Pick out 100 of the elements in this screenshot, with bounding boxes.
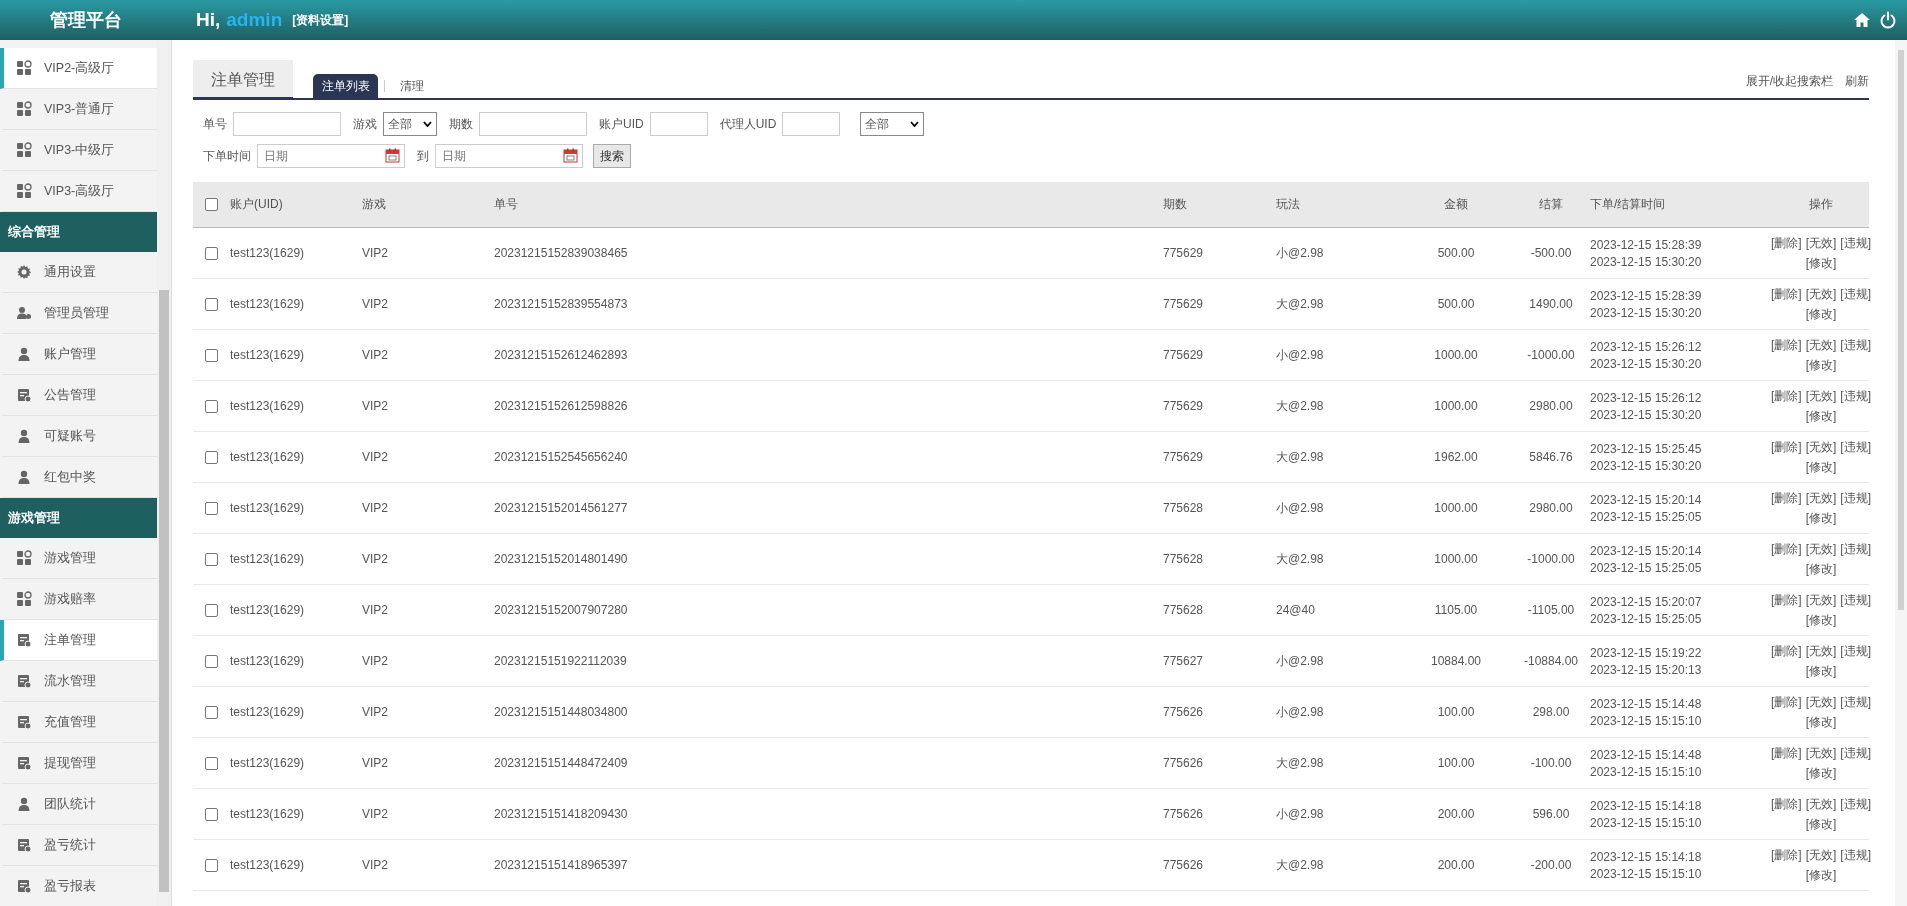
- table-cell-text: 596.00: [1531, 807, 1571, 821]
- action-link[interactable]: [删除]: [1771, 489, 1802, 507]
- table-cell-text: 20231215152612462893: [494, 348, 629, 362]
- action-link[interactable]: [修改]: [1805, 254, 1837, 272]
- action-link[interactable]: [无效]: [1805, 285, 1837, 303]
- action-link[interactable]: [违规]: [1840, 387, 1871, 405]
- date-field[interactable]: 日期: [257, 144, 405, 168]
- toolbar-link[interactable]: 刷新: [1845, 73, 1869, 90]
- action-link[interactable]: [违规]: [1840, 846, 1871, 864]
- action-link[interactable]: [修改]: [1805, 458, 1837, 476]
- scrollbar-thumb[interactable]: [1898, 50, 1904, 610]
- action-link[interactable]: [无效]: [1805, 744, 1837, 762]
- table-cell-text: VIP2: [362, 246, 389, 260]
- checkbox[interactable]: [205, 198, 218, 211]
- checkbox[interactable]: [205, 501, 218, 515]
- checkbox[interactable]: [205, 348, 218, 362]
- action-link[interactable]: [无效]: [1805, 438, 1837, 456]
- action-link[interactable]: [删除]: [1771, 234, 1802, 252]
- action-link[interactable]: [无效]: [1805, 693, 1837, 711]
- action-link[interactable]: [无效]: [1805, 234, 1837, 252]
- checkbox[interactable]: [205, 399, 218, 413]
- action-link[interactable]: [无效]: [1805, 540, 1837, 558]
- action-link[interactable]: [修改]: [1805, 866, 1837, 884]
- table-cell-text: 20231215152014801490: [494, 552, 629, 566]
- action-link[interactable]: [删除]: [1771, 744, 1802, 762]
- table-cell-text: test123(1629): [230, 552, 306, 566]
- action-link[interactable]: [修改]: [1805, 407, 1837, 425]
- action-link[interactable]: [修改]: [1805, 764, 1837, 782]
- action-link[interactable]: [修改]: [1805, 662, 1837, 680]
- action-link[interactable]: [删除]: [1771, 438, 1802, 456]
- toolbar-link[interactable]: 展开/收起搜索栏: [1745, 73, 1833, 90]
- action-link[interactable]: [违规]: [1840, 744, 1871, 762]
- checkbox[interactable]: [205, 756, 218, 770]
- checkbox[interactable]: [205, 552, 218, 566]
- action-link[interactable]: [违规]: [1840, 438, 1871, 456]
- action-link[interactable]: [修改]: [1805, 713, 1837, 731]
- action-link[interactable]: [删除]: [1771, 285, 1802, 303]
- checkbox[interactable]: [205, 603, 218, 617]
- checkbox[interactable]: [205, 450, 218, 464]
- action-link[interactable]: [修改]: [1805, 560, 1837, 578]
- action-link[interactable]: [删除]: [1771, 642, 1802, 660]
- input-field[interactable]: [649, 112, 708, 136]
- action-link[interactable]: [违规]: [1840, 795, 1871, 813]
- action-link[interactable]: [删除]: [1771, 795, 1802, 813]
- username: admin: [226, 9, 283, 31]
- checkbox[interactable]: [205, 705, 218, 719]
- input-field[interactable]: [233, 112, 341, 136]
- scrollbar-thumb[interactable]: [159, 290, 169, 892]
- action-link[interactable]: [无效]: [1805, 489, 1837, 507]
- action-link[interactable]: [修改]: [1805, 305, 1837, 323]
- action-link[interactable]: [修改]: [1805, 611, 1837, 629]
- action-link[interactable]: [无效]: [1805, 591, 1837, 609]
- action-link[interactable]: [违规]: [1840, 642, 1871, 660]
- input-field[interactable]: [479, 112, 587, 136]
- column-header: 金额: [1443, 196, 1469, 213]
- dropdown[interactable]: 全部: [383, 112, 437, 136]
- checkbox[interactable]: [205, 246, 218, 260]
- sidebar-item[interactable]: VIP2-高级厅: [0, 48, 158, 89]
- field-label: 代理人UID: [719, 115, 777, 133]
- sidebar-group-header: 综合管理: [0, 212, 158, 252]
- table-cell-text: VIP2: [362, 552, 389, 566]
- action-link[interactable]: [无效]: [1805, 336, 1837, 354]
- sidebar-item[interactable]: 注单管理: [0, 620, 158, 661]
- action-link[interactable]: [删除]: [1771, 387, 1802, 405]
- checkbox[interactable]: [205, 654, 218, 668]
- action-link[interactable]: [违规]: [1840, 540, 1871, 558]
- table-cell-text: VIP2: [362, 756, 389, 770]
- date-field[interactable]: 日期: [435, 144, 583, 168]
- action-link[interactable]: [删除]: [1771, 846, 1802, 864]
- action-link[interactable]: [违规]: [1840, 234, 1871, 252]
- action-link[interactable]: [违规]: [1840, 336, 1871, 354]
- action-link[interactable]: [删除]: [1771, 591, 1802, 609]
- profile-link[interactable]: [资料设置]: [292, 11, 349, 29]
- scrollbar[interactable]: [1895, 40, 1907, 906]
- action-link[interactable]: [删除]: [1771, 693, 1802, 711]
- table-cell-text: 20231215151448472409: [494, 756, 629, 770]
- action-link[interactable]: [删除]: [1771, 336, 1802, 354]
- checkbox[interactable]: [205, 807, 218, 821]
- tab[interactable]: 清理: [391, 74, 432, 98]
- action-link[interactable]: [违规]: [1840, 591, 1871, 609]
- action-link[interactable]: [删除]: [1771, 540, 1802, 558]
- action-link[interactable]: [修改]: [1805, 815, 1837, 833]
- table-cell-text: -200.00: [1529, 858, 1573, 872]
- action-link[interactable]: [违规]: [1840, 693, 1871, 711]
- brand-title: 管理平台: [49, 9, 123, 32]
- tab[interactable]: 注单列表: [313, 74, 378, 98]
- action-link[interactable]: [无效]: [1805, 642, 1837, 660]
- action-link[interactable]: [违规]: [1840, 489, 1871, 507]
- checkbox[interactable]: [205, 858, 218, 872]
- action-link[interactable]: [违规]: [1840, 285, 1871, 303]
- table-cell-text: test123(1629): [230, 501, 306, 515]
- action-link[interactable]: [修改]: [1805, 509, 1837, 527]
- action-link[interactable]: [无效]: [1805, 795, 1837, 813]
- dropdown[interactable]: 全部: [860, 112, 925, 136]
- action-link[interactable]: [无效]: [1805, 846, 1837, 864]
- action-link[interactable]: [修改]: [1805, 356, 1837, 374]
- checkbox[interactable]: [205, 297, 218, 311]
- action-link[interactable]: [无效]: [1805, 387, 1837, 405]
- search-button[interactable]: 搜索: [593, 144, 631, 168]
- input-field[interactable]: [782, 112, 841, 136]
